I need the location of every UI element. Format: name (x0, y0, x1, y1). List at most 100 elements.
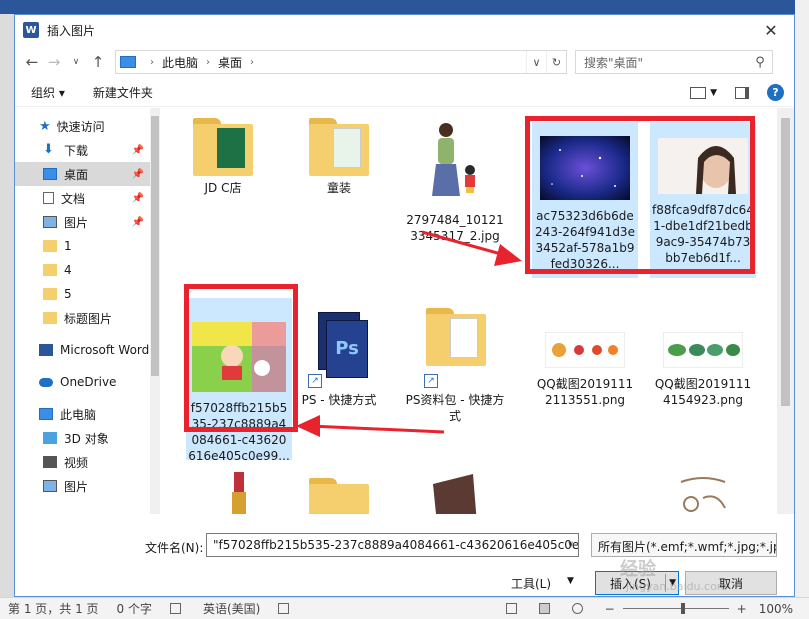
sidebar-scrollbar[interactable] (150, 108, 160, 514)
image-thumbnail-woman-child (424, 118, 486, 204)
sidebar-scroll-thumb[interactable] (151, 116, 159, 376)
address-actions: ∨ ↻ (526, 51, 566, 73)
file-item-qq-screenshot-2[interactable]: QQ截图20191114154923.png (650, 298, 756, 408)
help-icon[interactable]: ? (767, 84, 784, 101)
file-list: JD C店 童装 2797484_101213345317_2.jpg ac75… (160, 108, 794, 514)
search-input[interactable]: 搜索"桌面" (584, 54, 643, 71)
print-layout-icon[interactable] (538, 603, 554, 614)
sidebar-item-this-pc[interactable]: 此电脑 (15, 402, 160, 426)
watermark-url: jingyan.baidu.com (626, 580, 728, 593)
file-item-folder-row3[interactable] (286, 460, 392, 514)
file-list-scrollbar[interactable] (777, 108, 794, 514)
view-mode-icon[interactable] (690, 86, 707, 99)
pin-icon: 📌 (131, 144, 144, 156)
sidebar-item-folder-4[interactable]: 4 (15, 258, 160, 282)
cloud-icon (39, 377, 53, 387)
filename-label: 文件名(N): (145, 541, 204, 555)
cube-icon (43, 432, 57, 444)
read-mode-icon[interactable] (505, 603, 521, 614)
sidebar-item-3d-objects[interactable]: 3D 对象 (15, 426, 160, 450)
breadcrumb-desktop[interactable]: 桌面 (218, 54, 242, 71)
sidebar-item-title-images[interactable]: 标题图片 (15, 306, 160, 330)
sidebar-item-label: 视频 (64, 455, 89, 470)
image-thumbnail-ornament (673, 472, 733, 514)
folder-icon (43, 312, 57, 324)
refresh-button[interactable]: ↻ (546, 51, 566, 73)
sidebar-item-label: 1 (64, 239, 72, 253)
file-item-ps-shortcut[interactable]: Ps ↗ PS - 快捷方式 (286, 298, 392, 408)
zoom-level[interactable]: 100% (759, 602, 793, 616)
file-item-ps-package-shortcut[interactable]: ↗ PS资料包 - 快捷方式 (402, 298, 508, 424)
desktop-icon (43, 168, 57, 180)
video-icon (43, 456, 57, 468)
organize-menu[interactable]: 组织 ▾ (31, 84, 65, 101)
filename-input[interactable]: "f57028ffb215b535-237c8889a4084661-c4362… (206, 533, 579, 557)
file-list-scroll-thumb[interactable] (781, 118, 790, 406)
address-dropdown-button[interactable]: ∨ (526, 51, 546, 73)
folder-icon (309, 118, 369, 176)
sidebar-item-documents[interactable]: 文档 📌 (15, 186, 160, 210)
file-item-2797484-jpg[interactable]: 2797484_101213345317_2.jpg (402, 118, 508, 244)
macro-icon[interactable] (278, 603, 293, 614)
sidebar-item-label: 5 (64, 287, 72, 301)
forward-button[interactable]: → (43, 51, 65, 73)
back-button[interactable]: ← (21, 51, 43, 73)
sidebar-item-downloads[interactable]: ⬇ 下载 📌 (15, 138, 160, 162)
picture-icon (43, 480, 57, 492)
sidebar-item-videos[interactable]: 视频 (15, 450, 160, 474)
sidebar-item-microsoft-word[interactable]: Microsoft Word (15, 338, 160, 362)
sidebar-item-label: 3D 对象 (64, 431, 109, 446)
sidebar-item-label: 图片 (64, 479, 89, 494)
file-type-select[interactable]: 所有图片(*.emf;*.wmf;*.jpg;*.jp (591, 533, 777, 557)
chevron-down-icon[interactable]: ▼ (567, 576, 574, 586)
web-layout-icon[interactable] (571, 603, 587, 614)
preview-pane-icon[interactable] (735, 86, 749, 99)
zoom-out-icon[interactable]: − (605, 602, 615, 616)
word-status-bar: 第 1 页，共 1 页 0 个字 英语(美国) − + 100% (0, 597, 809, 619)
proofing-icon[interactable] (169, 603, 185, 614)
breadcrumb-this-pc[interactable]: 此电脑 (162, 54, 198, 71)
sidebar-item-pictures-pc[interactable]: 图片 (15, 474, 160, 498)
sidebar-item-pictures[interactable]: 图片 📌 (15, 210, 160, 234)
tools-menu[interactable]: 工具(L) (511, 575, 551, 592)
address-bar[interactable]: › 此电脑 › 桌面 › ∨ ↻ (115, 50, 567, 74)
filename-history-dropdown[interactable]: ∨ (563, 534, 578, 556)
file-item-kids-clothing[interactable]: 童装 (286, 118, 392, 196)
file-label: 2797484_101213345317_2.jpg (406, 213, 504, 243)
pin-icon: 📌 (131, 192, 144, 204)
file-item-jd-store[interactable]: JD C店 (170, 118, 276, 196)
sidebar-item-label: 标题图片 (64, 311, 113, 326)
arrow-up-icon: ↑ (91, 53, 105, 71)
zoom-slider-thumb[interactable] (680, 603, 685, 614)
shortcut-arrow-icon: ↗ (424, 374, 438, 388)
sidebar-item-label: 4 (64, 263, 72, 277)
sidebar-item-label: OneDrive (60, 375, 117, 389)
file-item-lipstick-image[interactable] (186, 460, 292, 514)
recent-locations-button[interactable]: ∨ (65, 51, 87, 73)
close-button[interactable]: ✕ (748, 15, 794, 45)
view-mode-dropdown[interactable]: ▼ (710, 88, 717, 98)
search-box[interactable]: 搜索"桌面" ⚲ (575, 50, 773, 74)
file-label: QQ截图20191114154923.png (654, 377, 752, 407)
sidebar-item-quick-access[interactable]: ★ 快速访问 (15, 114, 160, 138)
excel-folder-icon (193, 118, 253, 176)
up-button[interactable]: ↑ (87, 51, 109, 73)
language-indicator[interactable]: 英语(美国) (203, 600, 260, 617)
file-item-qq-screenshot-1[interactable]: QQ截图20191112113551.png (532, 298, 638, 408)
search-icon[interactable]: ⚲ (748, 55, 772, 70)
sidebar-item-folder-1[interactable]: 1 (15, 234, 160, 258)
word-count[interactable]: 0 个字 (117, 600, 152, 617)
zoom-in-icon[interactable]: + (737, 602, 747, 616)
file-item-image-row3[interactable] (402, 460, 508, 514)
sidebar-item-label: 文档 (61, 191, 86, 206)
watermark-logo: 经验 (620, 559, 656, 580)
zoom-slider[interactable] (622, 603, 729, 614)
page-count[interactable]: 第 1 页，共 1 页 (8, 600, 99, 617)
sidebar-item-desktop[interactable]: 桌面 📌 (15, 162, 160, 186)
breadcrumb-separator-icon: › (206, 56, 211, 68)
sidebar-item-onedrive[interactable]: OneDrive (15, 370, 160, 394)
file-item-ornament-image[interactable] (650, 460, 756, 514)
navigation-pane: ★ 快速访问 ⬇ 下载 📌 桌面 📌 文档 📌 图片 📌 1 4 5 标题图片 Micros… (15, 108, 160, 514)
sidebar-item-folder-5[interactable]: 5 (15, 282, 160, 306)
new-folder-button[interactable]: 新建文件夹 (93, 84, 153, 101)
